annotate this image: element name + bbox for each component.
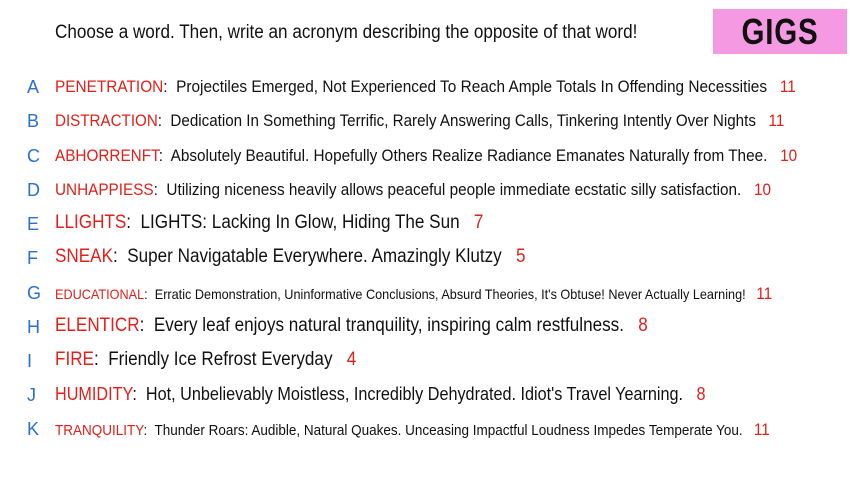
- row-word: UNHAPPIESS: [55, 180, 154, 199]
- row-score: 11: [756, 284, 773, 303]
- row-word: ABHORRENFT: [55, 146, 159, 165]
- row-letter: I: [27, 351, 33, 371]
- row-letter: E: [27, 214, 40, 234]
- row-content: DISTRACTION: Dedication In Something Ter…: [55, 111, 785, 130]
- row-acronym: Absolutely Beautiful. Hopefully Others R…: [170, 146, 768, 165]
- row-word: ELENTICR: [55, 315, 140, 336]
- row-word: DISTRACTION: [55, 111, 158, 130]
- row-word: FIRE: [55, 349, 94, 370]
- row-acronym: Dedication In Something Terrific, Rarely…: [170, 111, 756, 130]
- gigs-badge: GIGS: [713, 9, 847, 54]
- row-letter: B: [27, 111, 40, 131]
- row-content: PENETRATION: Projectiles Emerged, Not Ex…: [55, 77, 796, 96]
- row-content: ABHORRENFT: Absolutely Beautiful. Hopefu…: [55, 146, 798, 165]
- row-content: ELENTICR: Every leaf enjoys natural tran…: [55, 315, 648, 336]
- row-acronym: Erratic Demonstration, Uninformative Con…: [154, 286, 746, 302]
- row-score: 7: [473, 212, 484, 233]
- row-score: 8: [696, 384, 706, 404]
- badge-label: GIGS: [741, 10, 819, 52]
- row-letter: J: [27, 385, 36, 405]
- row-word: EDUCATIONAL: [55, 286, 145, 302]
- row-word: TRANQUILITY: [55, 422, 144, 439]
- row-letter: D: [27, 180, 40, 200]
- row-content: EDUCATIONAL: Erratic Demonstration, Unin…: [55, 284, 773, 303]
- prompt-text: Choose a word. Then, write an acronym de…: [55, 22, 638, 43]
- row-score: 5: [515, 246, 526, 267]
- row-content: TRANQUILITY: Thunder Roars: Audible, Nat…: [55, 420, 770, 439]
- row-acronym: Every leaf enjoys natural tranquility, i…: [153, 315, 624, 336]
- row-score: 11: [768, 111, 785, 130]
- row-acronym: Utilizing niceness heavily allows peacef…: [166, 180, 742, 199]
- row-acronym: LIGHTS: Lacking In Glow, Hiding The Sun: [140, 212, 460, 233]
- row-word: PENETRATION: [55, 77, 164, 96]
- row-letter: H: [27, 317, 40, 337]
- row-acronym: Hot, Unbelievably Moistless, Incredibly …: [145, 384, 684, 404]
- row-score: 10: [754, 180, 772, 199]
- row-letter: A: [27, 77, 40, 97]
- row-letter: G: [27, 283, 42, 303]
- row-score: 8: [638, 315, 648, 336]
- row-acronym: Super Navigatable Everywhere. Amazingly …: [127, 246, 502, 267]
- row-content: LLIGHTS: LIGHTS: Lacking In Glow, Hiding…: [55, 212, 484, 233]
- row-word: SNEAK: [55, 246, 113, 267]
- row-word: LLIGHTS: [55, 212, 127, 233]
- row-letter: F: [27, 248, 38, 268]
- row-content: UNHAPPIESS: Utilizing niceness heavily a…: [55, 180, 772, 199]
- row-acronym: Thunder Roars: Audible, Natural Quakes. …: [154, 422, 743, 439]
- row-content: FIRE: Friendly Ice Refrost Everyday 4: [55, 349, 357, 370]
- row-score: 11: [753, 420, 770, 439]
- row-acronym: Friendly Ice Refrost Everyday: [108, 349, 333, 370]
- row-letter: K: [27, 419, 40, 439]
- row-score: 4: [346, 349, 357, 370]
- row-content: HUMIDITY: Hot, Unbelievably Moistless, I…: [55, 384, 706, 404]
- row-word: HUMIDITY: [55, 384, 133, 404]
- row-score: 10: [780, 146, 798, 165]
- row-content: SNEAK: Super Navigatable Everywhere. Ama…: [55, 246, 526, 267]
- row-acronym: Projectiles Emerged, Not Experienced To …: [176, 77, 768, 96]
- row-letter: C: [27, 146, 40, 166]
- row-score: 11: [779, 77, 796, 96]
